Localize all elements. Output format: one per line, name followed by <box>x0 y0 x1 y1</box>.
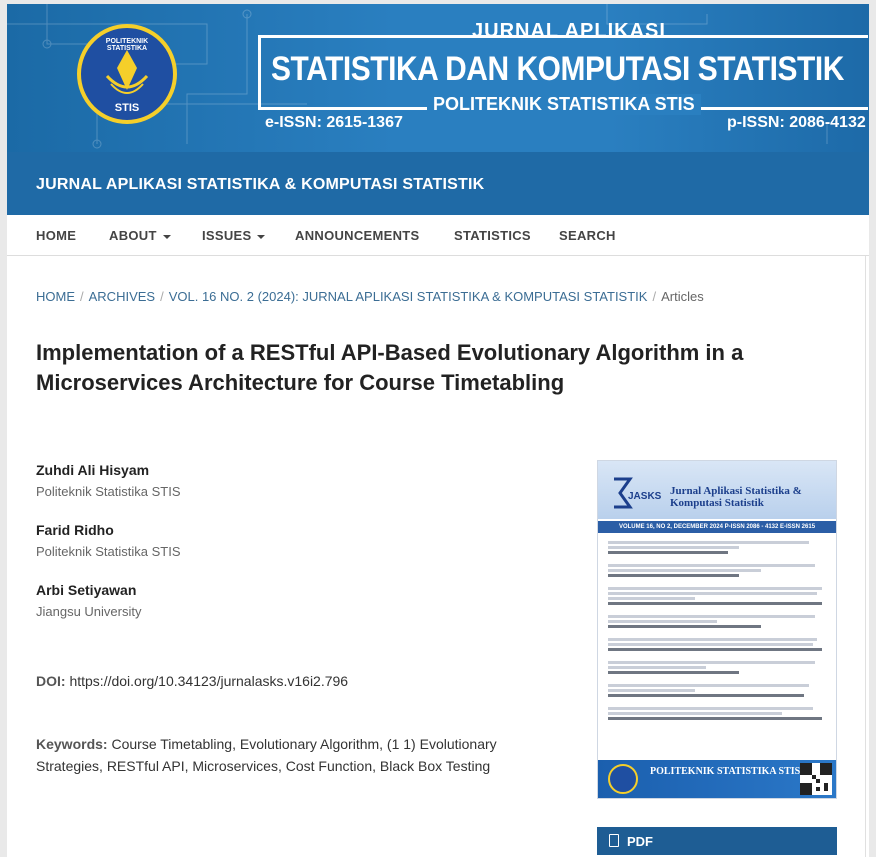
cover-contents <box>608 539 826 759</box>
logo-text-top: POLITEKNIK STATISTIKA <box>105 38 149 52</box>
main-nav: HOME ABOUT ISSUES ANNOUNCEMENTS STATISTI… <box>7 215 869 256</box>
cover-footer: POLITEKNIK STATISTIKA STIS <box>598 760 836 798</box>
nav-announcements-label: ANNOUNCEMENTS <box>295 228 420 243</box>
e-issn: e-ISSN: 2615-1367 <box>265 114 403 131</box>
breadcrumb-current: Articles <box>661 289 704 304</box>
cover-footer-text: POLITEKNIK STATISTIKA STIS <box>650 766 801 777</box>
cover-band: VOLUME 16, NO 2, DECEMBER 2024 P-ISSN 20… <box>598 521 836 533</box>
author-affiliation: Politeknik Statistika STIS <box>36 484 181 499</box>
nav-announcements[interactable]: ANNOUNCEMENTS <box>295 228 420 243</box>
banner-heading-sub: POLITEKNIK STATISTIKA STIS <box>427 94 701 115</box>
p-issn: p-ISSN: 2086-4132 <box>727 114 866 131</box>
jasks-logo-icon: JASKS <box>614 477 662 509</box>
author-name: Arbi Setiyawan <box>36 582 137 598</box>
author-affiliation: Jiangsu University <box>36 604 142 619</box>
main-content: HOME / ARCHIVES / VOL. 16 NO. 2 (2024): JURN… <box>7 256 866 857</box>
author-affiliation: Politeknik Statistika STIS <box>36 544 181 559</box>
author-name: Zuhdi Ali Hisyam <box>36 462 150 478</box>
page: POLITEKNIK STATISTIKA STIS JURNAL APLIKA… <box>7 4 869 857</box>
nav-home[interactable]: HOME <box>36 228 76 243</box>
issue-cover-image[interactable]: JASKS Jurnal Aplikasi Statistika & Kompu… <box>597 460 837 799</box>
caret-down-icon <box>162 234 171 239</box>
breadcrumb-separator: / <box>80 289 84 304</box>
file-icon <box>609 834 619 847</box>
logo-text-bottom: STIS <box>114 102 140 114</box>
doi-label: DOI: <box>36 673 66 689</box>
breadcrumb-separator: / <box>160 289 164 304</box>
qr-code-icon <box>800 763 832 795</box>
site-name-link[interactable]: JURNAL APLIKASI STATISTIKA & KOMPUTASI S… <box>36 176 484 194</box>
cover-header: JASKS Jurnal Aplikasi Statistika & Kompu… <box>598 461 836 519</box>
article-title: Implementation of a RESTful API-Based Ev… <box>36 340 744 395</box>
banner-heading-big: STATISTIKA DAN KOMPUTASI STATISTIK <box>271 50 844 88</box>
caret-down-icon <box>257 234 266 239</box>
keywords: Keywords: Course Timetabling, Evolutiona… <box>36 733 516 777</box>
pdf-button-label: PDF <box>627 834 653 849</box>
site-title-bar: JURNAL APLIKASI STATISTIKA & KOMPUTASI S… <box>7 152 869 215</box>
doi: DOI: https://doi.org/10.34123/jurnalasks… <box>36 673 348 689</box>
doi-link[interactable]: https://doi.org/10.34123/jurnalasks.v16i… <box>69 673 348 689</box>
author-name: Farid Ridho <box>36 522 114 538</box>
breadcrumb: HOME / ARCHIVES / VOL. 16 NO. 2 (2024): JURN… <box>36 289 704 304</box>
nav-about[interactable]: ABOUT <box>109 228 171 243</box>
nav-search-label: SEARCH <box>559 228 616 243</box>
nav-issues-label: ISSUES <box>202 228 252 243</box>
keywords-label: Keywords: <box>36 736 108 752</box>
breadcrumb-separator: / <box>652 289 657 304</box>
cover-title: Jurnal Aplikasi Statistika & Komputasi S… <box>670 485 802 509</box>
nav-about-label: ABOUT <box>109 228 157 243</box>
nav-statistics[interactable]: STATISTICS <box>454 228 531 243</box>
pdf-download-button[interactable]: PDF <box>597 827 837 855</box>
cover-logo-text: JASKS <box>628 491 662 502</box>
breadcrumb-home[interactable]: HOME <box>36 289 75 304</box>
stis-logo: POLITEKNIK STATISTIKA STIS <box>77 24 177 124</box>
breadcrumb-archives[interactable]: ARCHIVES <box>89 289 155 304</box>
journal-banner[interactable]: POLITEKNIK STATISTIKA STIS JURNAL APLIKA… <box>7 4 869 152</box>
breadcrumb-issue[interactable]: VOL. 16 NO. 2 (2024): JURNAL APLIKASI ST… <box>169 289 648 304</box>
stis-seal-icon <box>608 764 638 794</box>
nav-statistics-label: STATISTICS <box>454 228 531 243</box>
nav-issues[interactable]: ISSUES <box>202 228 266 243</box>
nav-search[interactable]: SEARCH <box>559 228 616 243</box>
nav-home-label: HOME <box>36 228 77 243</box>
